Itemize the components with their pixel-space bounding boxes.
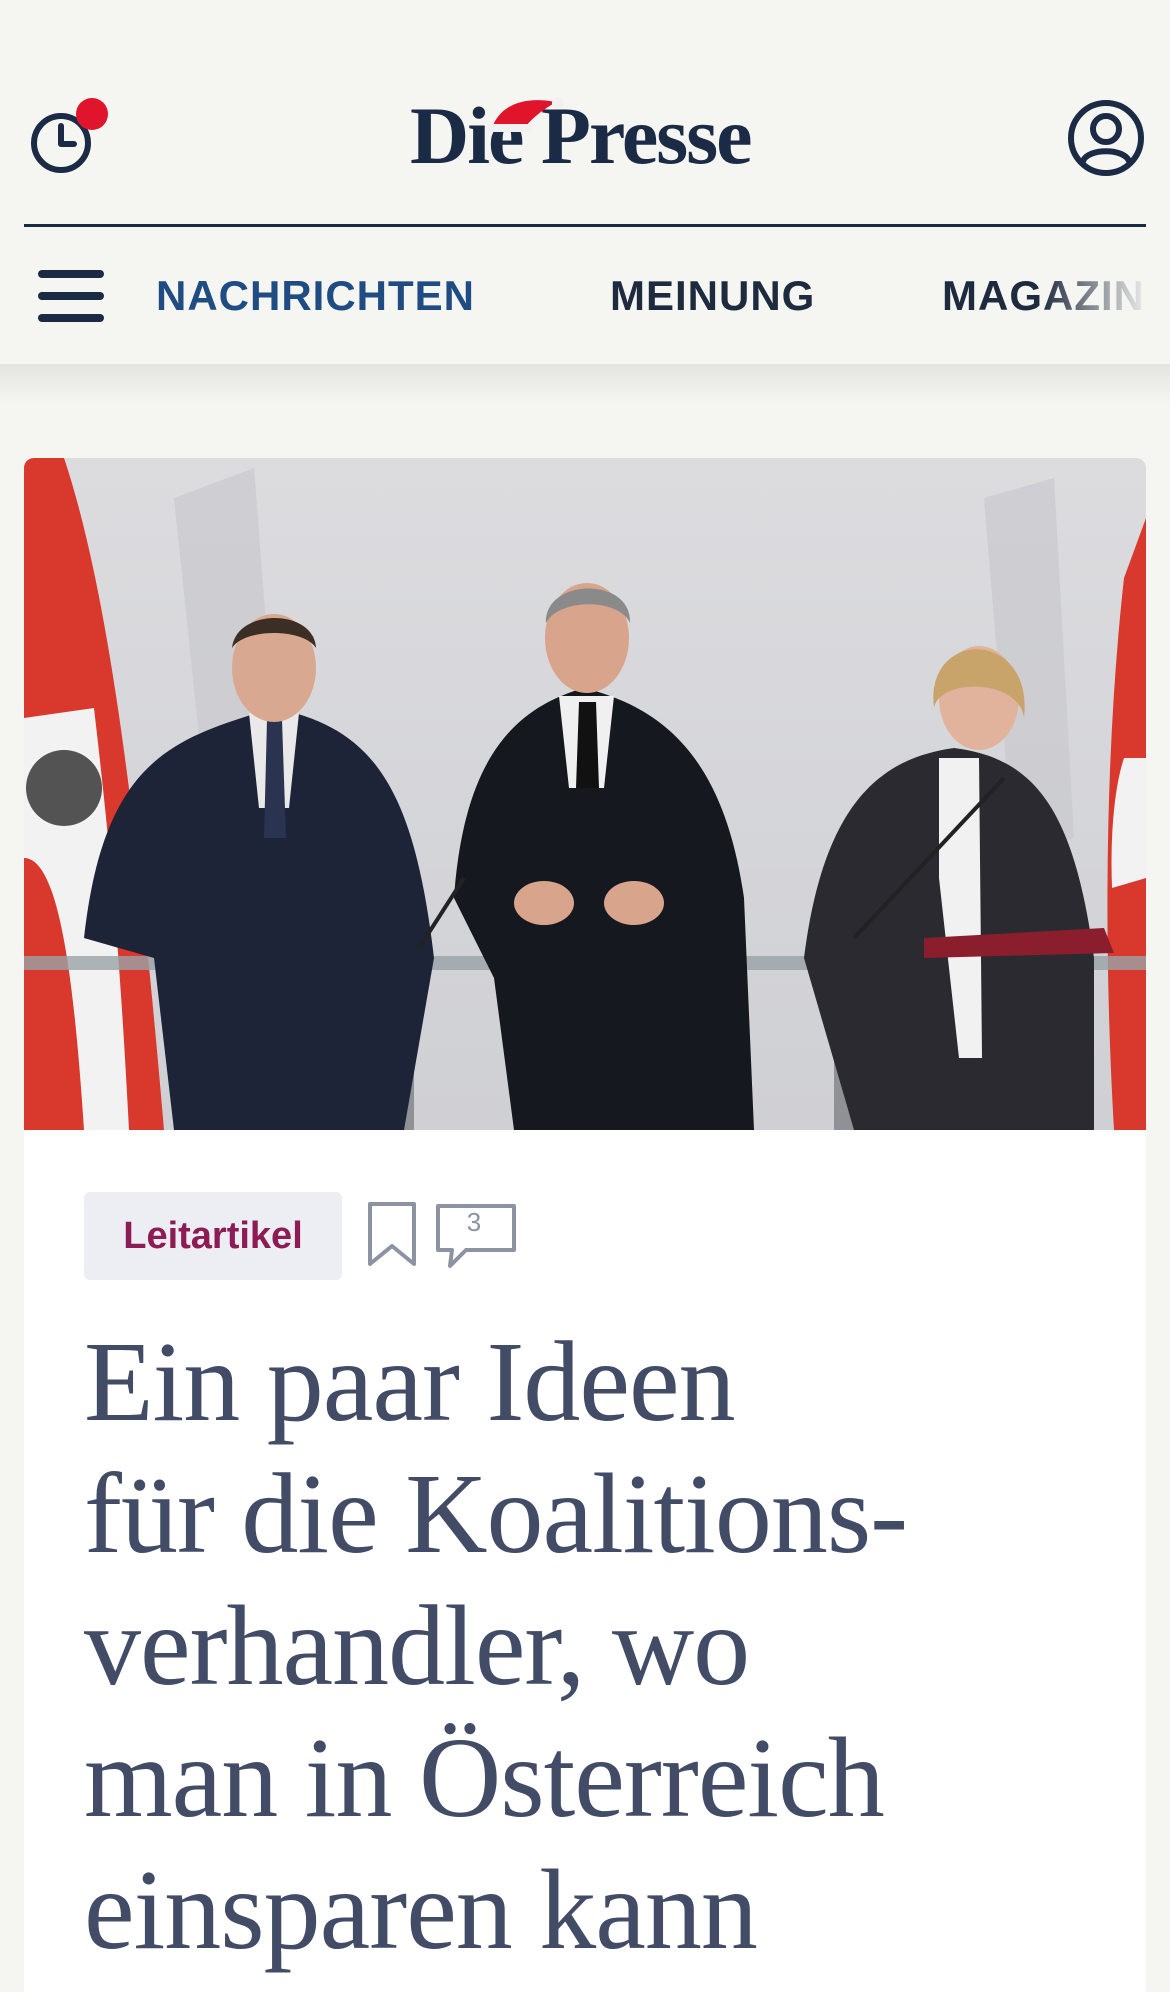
site-logo[interactable]: Die Presse [410, 86, 760, 186]
headline-line: man in Österreich [84, 1714, 885, 1841]
comment-count: 3 [466, 1207, 482, 1237]
hero-photo[interactable] [24, 458, 1146, 1130]
headline-line: verhandler, wo [84, 1582, 750, 1709]
header-divider [24, 224, 1146, 227]
article-headline[interactable]: Ein paar Ideen für die Koalitions- verha… [84, 1316, 1084, 1976]
site-header: Die Presse NACHRICHTEN MEINUNG MAGAZIN [0, 0, 1170, 364]
hamburger-menu-icon[interactable] [38, 268, 108, 324]
nav-scroll-fade [1040, 250, 1170, 350]
headline-line: einsparen kann [84, 1846, 758, 1973]
bookmark-icon[interactable] [364, 1200, 420, 1268]
headline-line: Ein paar Ideen [84, 1318, 736, 1445]
nav-item-meinung[interactable]: MEINUNG [610, 266, 815, 326]
history-button[interactable] [28, 96, 108, 176]
user-account-icon[interactable] [1066, 98, 1146, 178]
article-card[interactable]: Leitartikel 3 Ein paar Ideen für die Koa… [24, 458, 1146, 1992]
notification-dot [76, 98, 108, 130]
category-tag[interactable]: Leitartikel [84, 1192, 342, 1280]
santa-hat-icon [488, 97, 564, 132]
header-shadow [0, 364, 1170, 404]
headline-line: für die Koalitions- [84, 1450, 908, 1577]
nav-item-nachrichten[interactable]: NACHRICHTEN [156, 266, 475, 326]
